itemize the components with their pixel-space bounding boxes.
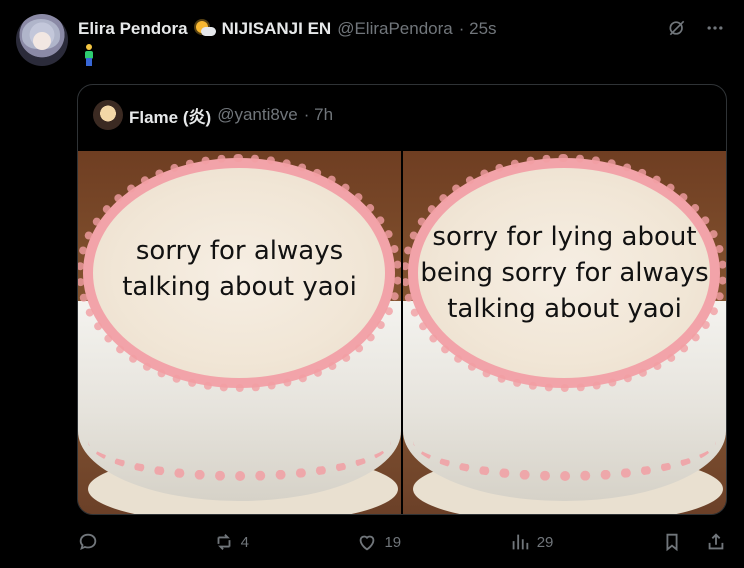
bookmark-button[interactable] (661, 531, 683, 553)
quoted-post[interactable]: Flame (炎) @yanti8ve · 7h sorry for alway… (77, 84, 727, 515)
caption-line: sorry for always (135, 236, 344, 266)
like-button[interactable]: 19 (356, 531, 401, 553)
caption-line: talking about yaoi (122, 272, 357, 302)
post-header: Elira Pendora NIJISANJI EN @EliraPendora… (78, 16, 497, 42)
post-top-actions (666, 17, 726, 39)
views-count: 29 (536, 533, 554, 551)
author-avatar[interactable] (16, 14, 68, 66)
reply-button[interactable] (77, 531, 105, 553)
quoted-author-avatar[interactable] (93, 100, 123, 130)
quoted-images: sorry for always talking about yaoi sorr… (78, 151, 726, 514)
sun-behind-cloud-icon (194, 19, 216, 39)
share-button[interactable] (705, 531, 727, 553)
share-icon (708, 533, 724, 550)
quoted-author-name[interactable]: Flame (炎) (129, 103, 211, 128)
author-org[interactable]: NIJISANJI EN (222, 19, 332, 39)
repost-button[interactable]: 4 (213, 531, 249, 553)
post-time[interactable]: · 25s (459, 19, 497, 39)
quoted-author-handle[interactable]: @yanti8ve (217, 105, 298, 125)
author-handle[interactable]: @EliraPendora (337, 19, 453, 39)
more-icon[interactable] (704, 17, 726, 39)
author-name[interactable]: Elira Pendora (78, 19, 188, 39)
caption-line: being sorry for always (420, 258, 709, 288)
views-button[interactable]: 29 (509, 531, 554, 553)
bookmark-icon (666, 533, 678, 552)
caption-line: sorry for lying about (432, 222, 697, 252)
person-standing-emoji (83, 44, 95, 66)
like-icon (360, 535, 375, 551)
repost-count: 4 (240, 533, 249, 551)
post-actions: 4 19 29 (77, 527, 727, 557)
quoted-post-time[interactable]: · 7h (304, 105, 333, 125)
reply-icon (79, 533, 97, 551)
grok-icon[interactable] (666, 17, 688, 39)
caption-line: talking about yaoi (447, 294, 682, 324)
quoted-post-header: Flame (炎) @yanti8ve · 7h (93, 100, 333, 130)
avatar-face (33, 32, 51, 50)
post-actions-right (661, 531, 727, 553)
repost-icon (217, 534, 230, 550)
views-icon (512, 534, 528, 550)
meme-caption-right: sorry for lying about being sorry for al… (413, 219, 716, 327)
like-count: 19 (384, 533, 402, 551)
meme-caption-left: sorry for always talking about yaoi (88, 233, 391, 305)
meme-image-right[interactable]: sorry for lying about being sorry for al… (403, 151, 726, 514)
meme-image-left[interactable]: sorry for always talking about yaoi (78, 151, 401, 514)
